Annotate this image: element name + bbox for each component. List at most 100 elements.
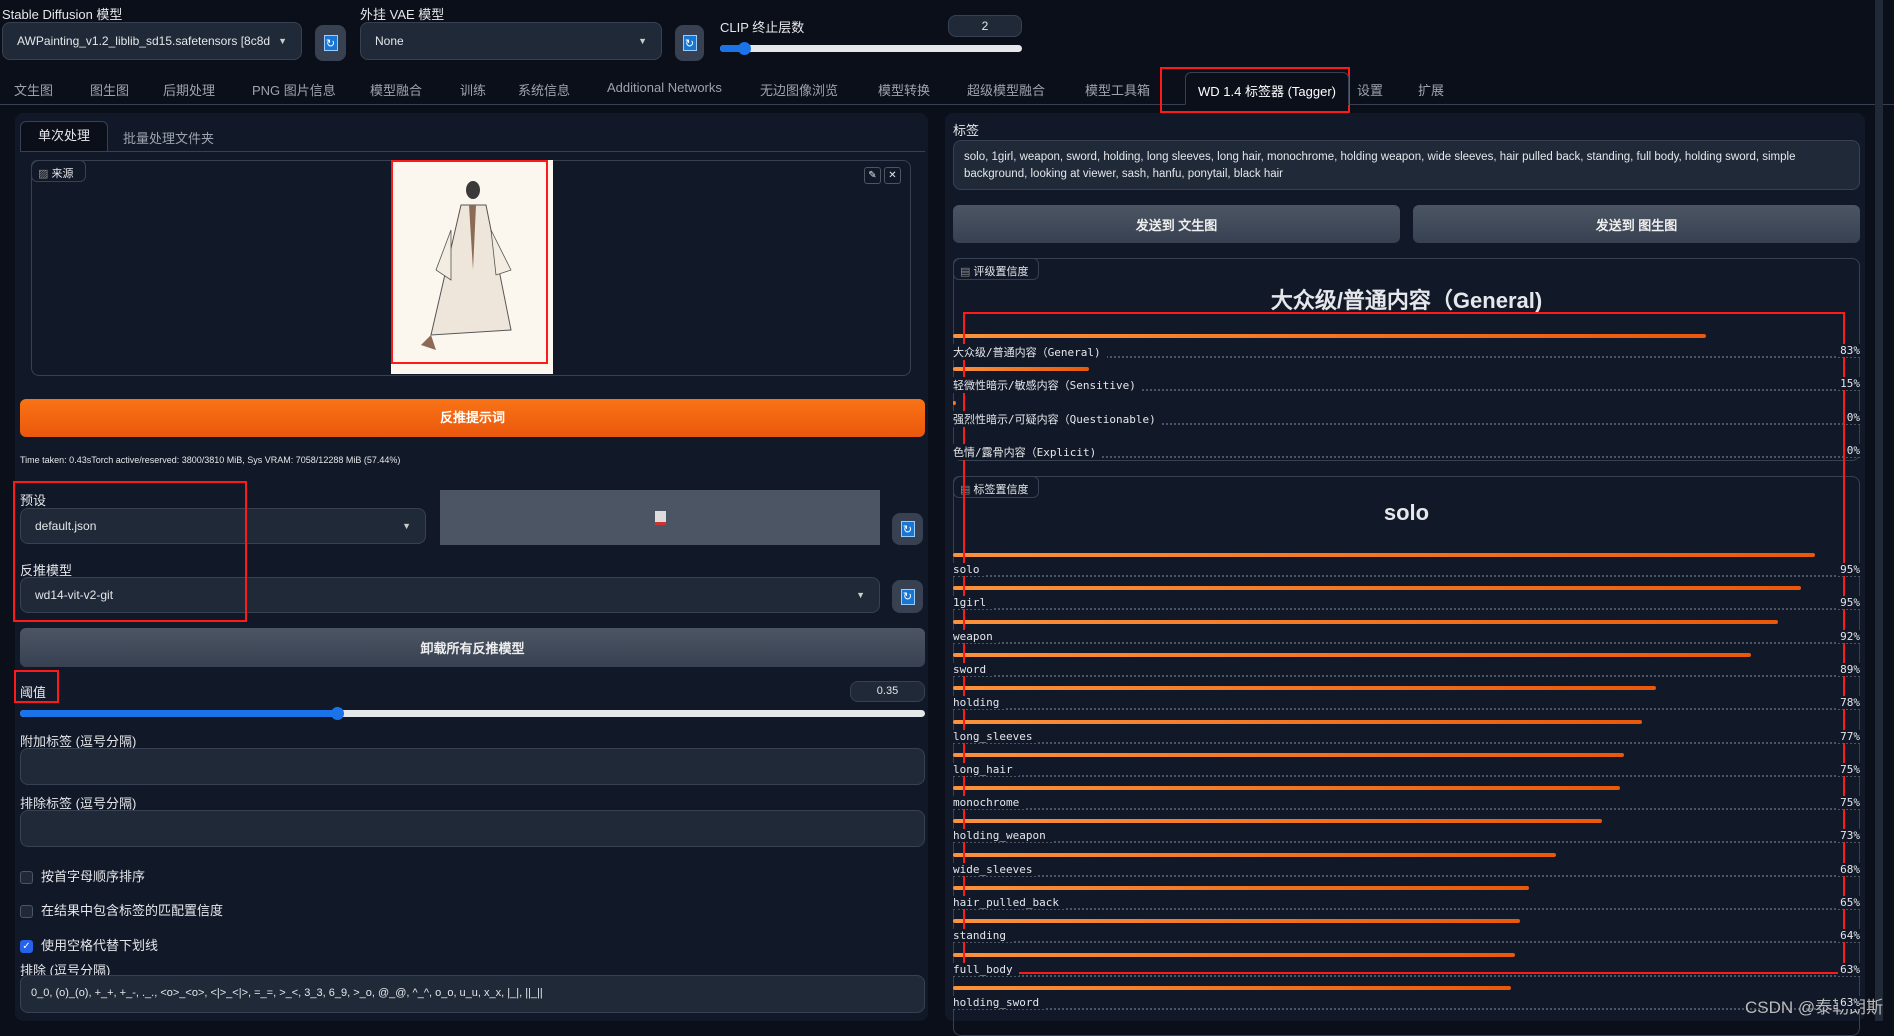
checkbox[interactable] [20, 905, 33, 919]
sd-model-value: AWPainting_v1.2_liblib_sd15.safetensors … [17, 34, 271, 48]
refresh-sd-button[interactable]: ↻ [315, 25, 346, 61]
threshold-number-input[interactable]: 0.35 [850, 681, 925, 702]
leader-dots [953, 908, 1860, 910]
tab-12[interactable]: WD 1.4 标签器 (Tagger) [1185, 72, 1349, 105]
refresh-preset-button[interactable]: ↻ [892, 513, 923, 545]
tag-row: long_sleeves 77% [953, 719, 1860, 753]
label-name: sword [953, 662, 993, 676]
pencil-icon: ✎ [868, 170, 877, 181]
source-label-text: 来源 [51, 168, 74, 180]
label-percent: 77% [1838, 729, 1860, 743]
tab-11[interactable]: 模型工具箱 [1085, 80, 1150, 99]
label-percent: 95% [1838, 596, 1860, 610]
tag-row: holding_weapon 73% [953, 819, 1860, 852]
send-to-txt2img-button[interactable]: 发送到 文生图 [953, 205, 1400, 243]
rating-label-text: 评级置信度 [973, 266, 1029, 278]
sd-model-dropdown[interactable]: AWPainting_v1.2_liblib_sd15.safetensors … [2, 22, 302, 60]
interrogator-model-dropdown[interactable]: wd14-vit-v2-git ▼ [20, 577, 880, 613]
confidence-bar [953, 553, 1815, 557]
label-percent: 89% [1838, 662, 1860, 676]
refresh-model-button[interactable]: ↻ [892, 580, 923, 613]
tab-5[interactable]: 训练 [460, 80, 486, 99]
clip-slider-knob[interactable] [738, 42, 752, 55]
tag-row: holding_sword 63% [953, 985, 1860, 1019]
label-percent: 95% [1838, 563, 1860, 576]
save-preset-button[interactable] [440, 490, 880, 545]
label-name: hair_pulled_back [953, 896, 1065, 909]
label-name: 1girl [953, 596, 993, 610]
clip-slider[interactable] [720, 42, 1022, 55]
rating-row: 强烈性暗示/可疑内容（Questionable) 0% [953, 400, 1860, 434]
edit-image-button[interactable]: ✎ [864, 167, 881, 184]
chart-icon: ▤ [960, 266, 971, 278]
tab-10[interactable]: 超级模型融合 [967, 80, 1045, 99]
tab-3[interactable]: PNG 图片信息 [252, 80, 336, 99]
tag-confidence-label: ▤ 标签置信度 [953, 476, 1039, 498]
leader-dots [953, 741, 1860, 744]
checkbox[interactable] [20, 871, 33, 885]
preset-dropdown[interactable]: default.json ▼ [20, 508, 426, 544]
threshold-slider-knob[interactable] [330, 707, 344, 720]
send-to-img2img-button[interactable]: 发送到 图生图 [1413, 205, 1860, 243]
tab-2[interactable]: 后期处理 [163, 80, 215, 99]
clip-number-input[interactable]: 2 [948, 15, 1022, 37]
tab-9[interactable]: 模型转换 [878, 80, 930, 99]
tab-4[interactable]: 模型融合 [370, 80, 422, 99]
tab-13[interactable]: 设置 [1357, 80, 1383, 99]
tab-1[interactable]: 图生图 [90, 80, 129, 99]
leader-dots [953, 941, 1860, 944]
unload-models-button[interactable]: 卸载所有反推模型 [20, 628, 925, 667]
leader-dots [953, 974, 1860, 977]
confidence-bar [953, 719, 1643, 724]
threshold-slider[interactable] [20, 707, 925, 720]
interrogate-button[interactable]: 反推提示词 [20, 399, 925, 437]
tag-row: monochrome 75% [953, 786, 1860, 819]
tab-8[interactable]: 无边图像浏览 [760, 80, 838, 99]
tab-7[interactable]: Additional Networks [607, 80, 722, 95]
scrollbar[interactable] [1875, 0, 1883, 1021]
vae-value: None [375, 34, 404, 48]
checkbox-checked[interactable]: ✓ [20, 940, 33, 954]
tab-14[interactable]: 扩展 [1418, 80, 1444, 99]
label-percent: 73% [1838, 829, 1860, 843]
confidence-bar [953, 334, 1706, 338]
checkbox-label: 按首字母顺序排序 [41, 869, 146, 884]
floppy-disk-icon [654, 510, 666, 525]
rating-row: 轻微性暗示/敏感内容（Sensitive) 15% [953, 367, 1860, 400]
leader-dots [953, 674, 1860, 677]
checkbox-replace-underscore[interactable]: ✓ 使用空格代替下划线 [20, 935, 158, 954]
chevron-down-icon: ▼ [402, 521, 411, 531]
watermark: CSDN @泰勒朗斯 [1745, 998, 1884, 1017]
clear-image-button[interactable]: ✕ [884, 167, 901, 184]
additional-tags-input[interactable] [20, 748, 925, 785]
confidence-bar [953, 400, 956, 405]
refresh-vae-button[interactable]: ↻ [675, 25, 704, 61]
checkbox-include-confidence[interactable]: 在结果中包含标签的匹配置信度 [20, 900, 223, 919]
label-name: long_hair [953, 762, 1019, 776]
confidence-bar [953, 819, 1602, 824]
tab-6[interactable]: 系统信息 [518, 80, 570, 99]
label-name: wide_sleeves [953, 862, 1039, 876]
refresh-icon: ↻ [900, 521, 915, 537]
chevron-down-icon: ▼ [638, 36, 647, 46]
label-percent: 0% [1844, 443, 1860, 457]
confidence-bar [953, 752, 1625, 757]
confidence-bar [953, 952, 1516, 957]
leader-dots [953, 874, 1860, 877]
label-percent: 64% [1838, 929, 1860, 943]
tag-label-text: 标签置信度 [973, 484, 1029, 496]
checkbox-label: 使用空格代替下划线 [41, 938, 159, 953]
rating-row: 色情/露骨内容（Explicit) 0% [953, 434, 1860, 467]
confidence-bar [953, 367, 1090, 372]
leader-dots [953, 774, 1860, 777]
exclude-tags-input[interactable] [20, 810, 925, 847]
rating-title: 大众级/普通内容（General) [1270, 288, 1543, 313]
vae-dropdown[interactable]: None ▼ [360, 22, 662, 60]
checkbox-sort-alpha[interactable]: 按首字母顺序排序 [20, 866, 145, 885]
tab-0[interactable]: 文生图 [14, 80, 53, 99]
subtab-batch[interactable]: 批量处理文件夹 [123, 128, 214, 147]
escape-tags-input[interactable]: 0_0, (o)_(o), +_+, +_-, ._., <o>_<o>, <|… [20, 975, 925, 1013]
label-percent: 15% [1838, 377, 1860, 391]
subtab-single[interactable]: 单次处理 [20, 121, 108, 151]
tags-output[interactable]: solo, 1girl, weapon, sword, holding, lon… [953, 140, 1860, 190]
